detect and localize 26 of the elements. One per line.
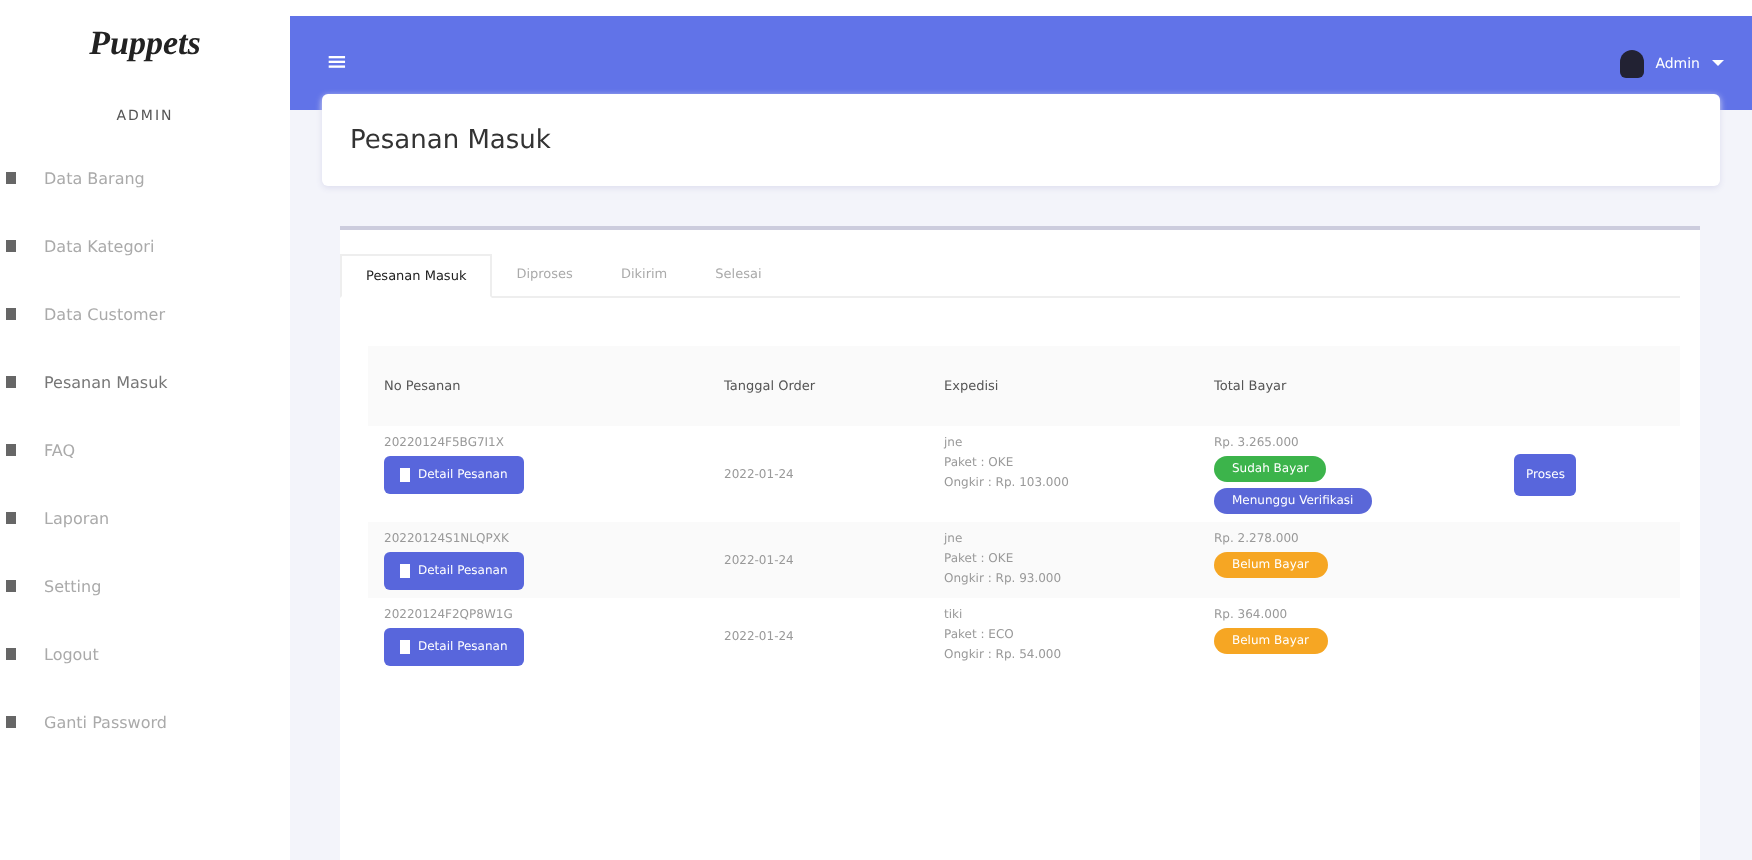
menu-icon bbox=[6, 240, 16, 252]
menu-button[interactable]: ≡ bbox=[326, 48, 348, 78]
sidebar-item[interactable]: Laporan bbox=[0, 484, 290, 552]
sidebar-item[interactable]: Data Barang bbox=[0, 144, 290, 212]
caret-icon bbox=[1712, 60, 1724, 66]
menu-icon bbox=[6, 172, 16, 184]
sidebar-item[interactable]: Data Kategori bbox=[0, 212, 290, 280]
sidebar-item[interactable]: Logout bbox=[0, 620, 290, 688]
sidebar-item[interactable]: Ganti Password bbox=[0, 688, 290, 756]
logo: Puppets bbox=[89, 24, 201, 64]
menu-icon bbox=[6, 648, 16, 660]
menu-icon bbox=[6, 716, 16, 728]
file-icon bbox=[400, 564, 410, 578]
sidebar-item[interactable]: Data Customer bbox=[0, 280, 290, 348]
sidebar-item[interactable]: Pesanan Masuk bbox=[0, 348, 290, 416]
page-title: Pesanan Masuk bbox=[350, 125, 551, 155]
user-icon bbox=[1619, 49, 1644, 77]
menu-icon bbox=[6, 308, 16, 320]
sidebar-item[interactable]: FAQ bbox=[0, 416, 290, 484]
menu-icon bbox=[6, 376, 16, 388]
menu-icon bbox=[6, 580, 16, 592]
file-icon bbox=[400, 640, 410, 654]
menu-icon bbox=[6, 512, 16, 524]
sidebar-item[interactable]: Setting bbox=[0, 552, 290, 620]
menu-icon bbox=[6, 444, 16, 456]
file-icon bbox=[400, 468, 410, 482]
